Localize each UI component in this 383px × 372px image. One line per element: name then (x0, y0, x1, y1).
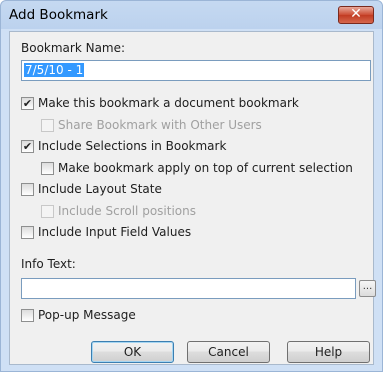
close-icon: ✕ (350, 6, 362, 22)
doc-bookmark-checkbox[interactable]: ✔ (21, 97, 34, 110)
ok-button[interactable]: OK (91, 341, 174, 363)
share-users-label: Share Bookmark with Other Users (58, 118, 262, 132)
apply-on-top-label: Make bookmark apply on top of current se… (58, 161, 353, 175)
popup-message-checkbox[interactable] (21, 309, 34, 322)
doc-bookmark-label: Make this bookmark a document bookmark (38, 96, 299, 110)
share-users-checkbox[interactable] (41, 119, 54, 132)
close-button[interactable]: ✕ (338, 6, 374, 24)
cancel-button[interactable]: Cancel (187, 341, 270, 363)
scroll-positions-checkbox[interactable] (41, 205, 54, 218)
input-field-values-label: Include Input Field Values (38, 225, 192, 239)
layout-state-checkbox[interactable] (21, 183, 34, 196)
info-text-input[interactable] (21, 278, 356, 299)
info-text-label: Info Text: (21, 257, 76, 271)
bookmark-name-label: Bookmark Name: (21, 41, 126, 55)
bookmark-name-value: 7/5/10 - 1 (24, 63, 85, 77)
include-selections-label: Include Selections in Bookmark (38, 139, 227, 153)
title-bar[interactable]: Add Bookmark ✕ (1, 1, 382, 31)
apply-on-top-checkbox[interactable] (41, 162, 54, 175)
help-button[interactable]: Help (287, 341, 370, 363)
layout-state-label: Include Layout State (38, 182, 162, 196)
popup-message-label: Pop-up Message (38, 308, 136, 322)
input-field-values-checkbox[interactable] (21, 226, 34, 239)
info-browse-button[interactable]: ... (359, 280, 376, 297)
dialog-title: Add Bookmark (9, 7, 108, 23)
dialog-body: Bookmark Name: 7/5/10 - 1 ✔ Make this bo… (9, 31, 376, 365)
scroll-positions-label: Include Scroll positions (58, 204, 196, 218)
add-bookmark-dialog: Add Bookmark ✕ Bookmark Name: 7/5/10 - 1… (0, 0, 383, 372)
bookmark-name-input[interactable]: 7/5/10 - 1 (21, 60, 371, 81)
include-selections-checkbox[interactable]: ✔ (21, 140, 34, 153)
